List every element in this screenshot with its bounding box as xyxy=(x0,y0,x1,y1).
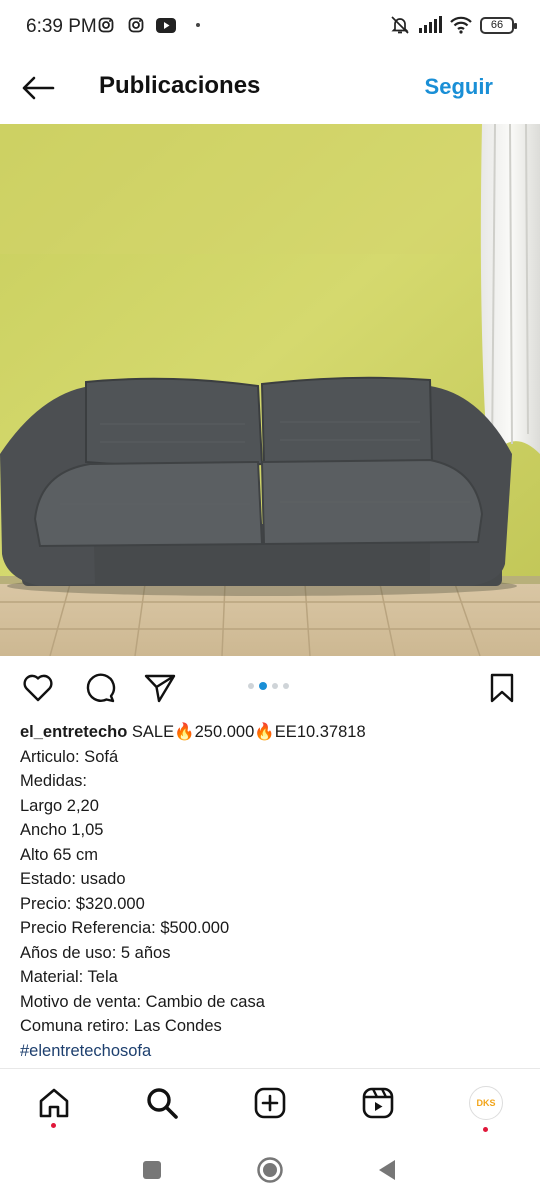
heart-icon xyxy=(23,674,53,702)
caption-hashtag[interactable]: #elentretechosofa xyxy=(20,1039,520,1064)
status-system-icons: 66 xyxy=(390,15,517,35)
instagram-icon xyxy=(98,17,114,33)
nav-reels[interactable] xyxy=(358,1083,398,1123)
caption-line: Comuna retiro: Las Condes xyxy=(20,1017,222,1035)
arrow-left-icon xyxy=(22,76,55,100)
system-navigation xyxy=(0,1140,540,1200)
comment-icon xyxy=(86,673,116,703)
status-notification-icons xyxy=(98,17,202,33)
home-icon xyxy=(39,1088,69,1118)
follow-button[interactable]: Seguir xyxy=(425,74,493,100)
status-time: 6:39 PM xyxy=(26,16,97,37)
add-post-icon xyxy=(254,1087,286,1119)
caption-line: Material: Tela xyxy=(20,968,118,986)
triangle-back-icon xyxy=(379,1160,395,1180)
caption-line: Estado: usado xyxy=(20,870,126,888)
caption-line: Años de uso: 5 años xyxy=(20,943,171,962)
nav-create[interactable] xyxy=(250,1083,290,1123)
carousel-dot xyxy=(283,683,289,689)
reels-icon xyxy=(362,1087,394,1119)
caption-headline: SALE🔥250.000🔥EE10.37818 xyxy=(127,723,366,741)
back-button[interactable] xyxy=(18,70,58,106)
post-actions xyxy=(0,664,540,712)
caption-line: Largo 2,20 xyxy=(20,796,99,815)
bell-muted-icon xyxy=(391,16,409,34)
battery-icon: 66 xyxy=(480,16,517,34)
instagram-icon xyxy=(128,17,144,33)
post-caption: el_entretecho SALE🔥250.000🔥EE10.37818 Ar… xyxy=(20,720,520,1063)
caption-line: Motivo de venta: Cambio de casa xyxy=(20,992,265,1011)
caption-line: Medidas: xyxy=(20,772,87,790)
circle-icon xyxy=(257,1157,283,1183)
home-notification-dot xyxy=(51,1123,56,1128)
bottom-navigation: DKS xyxy=(0,1068,540,1138)
dot-icon xyxy=(196,23,200,27)
youtube-icon xyxy=(156,17,176,33)
nav-home[interactable] xyxy=(34,1083,74,1123)
caption-username[interactable]: el_entretecho xyxy=(20,723,127,741)
caption-line: Precio Referencia: $500.000 xyxy=(20,919,230,937)
profile-avatar: DKS xyxy=(469,1086,503,1120)
caption-line: Alto 65 cm xyxy=(20,845,98,864)
back-button-system[interactable] xyxy=(372,1155,402,1185)
profile-notification-dot xyxy=(483,1127,488,1132)
carousel-dot-active xyxy=(259,682,267,690)
square-icon xyxy=(143,1161,161,1179)
like-button[interactable] xyxy=(20,670,56,706)
carousel-dot xyxy=(248,683,254,689)
home-button[interactable] xyxy=(255,1155,285,1185)
save-button[interactable] xyxy=(484,670,520,706)
wifi-icon xyxy=(450,16,472,34)
status-bar: 6:39 PM 66 xyxy=(0,0,540,56)
caption-line: Precio: $320.000 xyxy=(20,894,145,913)
recents-button[interactable] xyxy=(137,1155,167,1185)
nav-profile[interactable]: DKS xyxy=(466,1083,506,1123)
caption-line: Articulo: Sofá xyxy=(20,747,119,766)
app-header: Publicaciones Seguir xyxy=(0,56,540,122)
caption-line: Ancho 1,05 xyxy=(20,821,104,839)
post-image[interactable] xyxy=(0,124,540,656)
carousel-dot xyxy=(272,683,278,689)
nav-search[interactable] xyxy=(142,1083,182,1123)
sofa-photo xyxy=(0,124,540,656)
share-button[interactable] xyxy=(142,670,178,706)
share-icon xyxy=(144,674,176,703)
signal-icon xyxy=(419,16,442,33)
comment-button[interactable] xyxy=(82,670,118,706)
bookmark-icon xyxy=(490,673,514,703)
search-icon xyxy=(147,1088,178,1119)
carousel-indicator xyxy=(248,682,289,690)
page-title: Publicaciones xyxy=(99,72,261,99)
caption-first-line: el_entretecho SALE🔥250.000🔥EE10.37818 xyxy=(20,720,520,745)
